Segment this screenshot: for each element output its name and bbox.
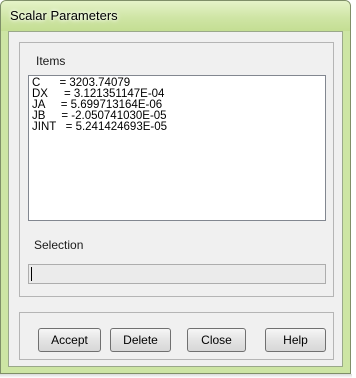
accept-button[interactable]: Accept [38, 328, 101, 352]
selection-label: Selection [34, 238, 84, 252]
close-button[interactable]: Close [187, 328, 246, 352]
text-caret [31, 267, 32, 281]
scalar-parameters-dialog: Scalar Parameters Items C = 3203.74079 D… [0, 0, 351, 374]
title-bar[interactable]: Scalar Parameters [1, 1, 350, 31]
items-list[interactable]: C = 3203.74079 DX = 3.121351147E-04 JA =… [28, 75, 326, 221]
list-item[interactable]: JINT = 5.241424693E-05 [32, 121, 325, 133]
dialog-client-area: Items C = 3203.74079 DX = 3.121351147E-0… [8, 31, 343, 367]
help-button[interactable]: Help [265, 328, 326, 352]
selection-field[interactable] [28, 264, 326, 284]
window-shadow [0, 374, 352, 378]
window-title: Scalar Parameters [10, 8, 118, 23]
delete-button[interactable]: Delete [110, 328, 171, 352]
items-label: Items [36, 54, 66, 68]
